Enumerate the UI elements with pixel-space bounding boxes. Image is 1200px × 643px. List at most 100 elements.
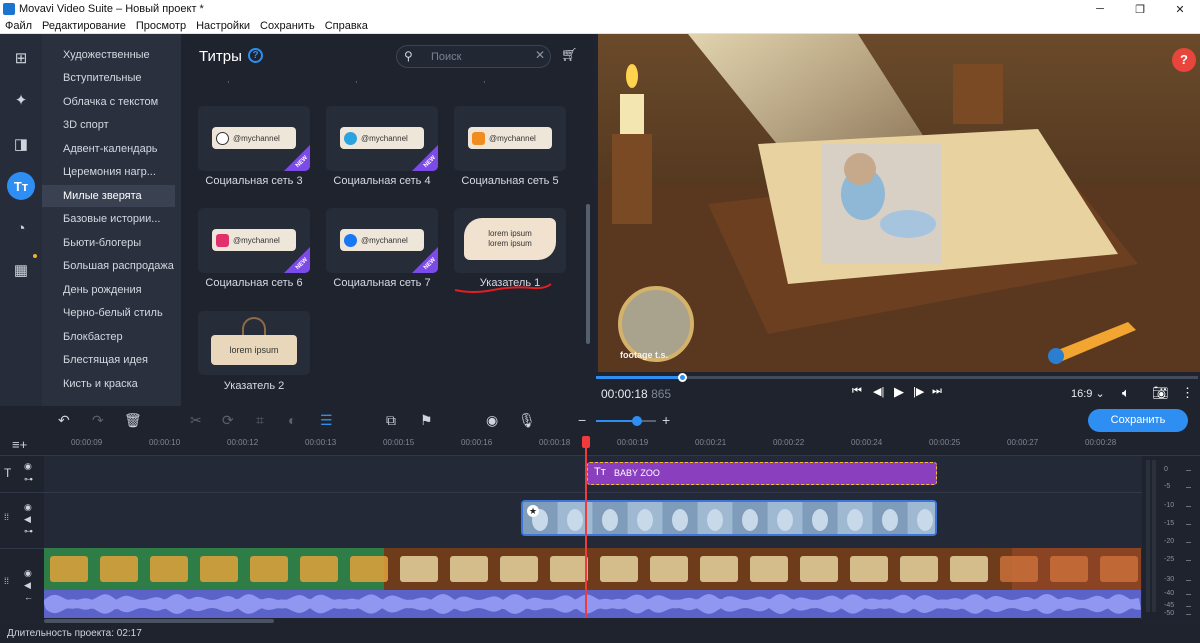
overlay-icon[interactable]: ⧉	[386, 412, 396, 429]
category-item[interactable]: Большая распродажа	[42, 255, 175, 277]
overlay-video-clip[interactable]: ★	[521, 500, 937, 536]
speaker-icon[interactable]: ◀	[24, 514, 31, 525]
main-thumbnail-frame	[100, 556, 138, 582]
video-track-icon: ⁞⁞	[4, 512, 10, 522]
help-icon[interactable]: ?	[248, 48, 263, 63]
title-tile-pointer-1[interactable]: lorem ipsum lorem ipsum	[454, 208, 566, 273]
title-tile-social-7[interactable]: @mychannel NEW	[326, 208, 438, 273]
prev-frame-icon[interactable]: ◀|	[873, 385, 884, 398]
import-icon[interactable]: ⊞	[7, 44, 35, 72]
rotate-icon[interactable]: ⟳	[222, 412, 234, 429]
skip-end-icon[interactable]: ⏭	[932, 385, 942, 398]
volume-icon[interactable]: 🔈︎	[1122, 385, 1130, 401]
clear-search-icon[interactable]: ✕	[535, 48, 545, 62]
transitions-icon[interactable]: ◨	[7, 130, 35, 158]
zoom-slider-track[interactable]	[596, 420, 656, 422]
eye-icon[interactable]: ◉	[24, 568, 32, 579]
zoom-in-icon[interactable]: +	[662, 412, 670, 428]
category-item[interactable]: Вступительные	[42, 67, 175, 89]
eye-icon[interactable]: ◉	[24, 502, 32, 513]
link-icon[interactable]: ⊶	[24, 474, 33, 485]
link-icon[interactable]: ⊶	[24, 526, 33, 537]
crop-icon[interactable]: ⌗	[256, 412, 264, 429]
video-preview[interactable]: ? footage t.s.	[598, 34, 1200, 372]
timeline-scroll-thumb[interactable]	[44, 619, 274, 623]
marker-flag-icon[interactable]: ⚑	[420, 412, 433, 429]
minimize-icon[interactable]: ─	[1080, 0, 1120, 18]
title-tile-social-5[interactable]: @mychannel	[454, 106, 566, 171]
titles-scrollbar[interactable]	[586, 204, 590, 344]
meter-label: -30	[1164, 576, 1175, 583]
more-tools-icon[interactable]: ▦	[7, 256, 35, 284]
title-tile-pointer-2[interactable]: lorem ipsum	[198, 311, 310, 375]
maximize-icon[interactable]: ❐	[1120, 0, 1160, 18]
timeline-ruler[interactable]: ≡+ 00:00:09 00:00:10 00:00:12 00:00:13 0…	[0, 434, 1200, 456]
store-cart-icon[interactable]: 🛒︎	[561, 47, 578, 63]
save-button[interactable]: Сохранить	[1088, 409, 1188, 432]
webcam-icon[interactable]: ◉	[486, 412, 498, 429]
title-tile-social-4[interactable]: @mychannel NEW	[326, 106, 438, 171]
speaker-icon[interactable]: ◀	[24, 580, 31, 591]
search-input[interactable]	[431, 49, 531, 64]
skip-start-icon[interactable]: ⏮	[852, 385, 862, 398]
microphone-icon[interactable]: 🎙︎	[518, 412, 536, 429]
stickers-icon[interactable]: ◔	[7, 214, 35, 242]
undo-icon[interactable]: ↶	[58, 412, 70, 429]
category-item[interactable]: День рождения	[42, 279, 175, 301]
meter-label: -50	[1164, 610, 1175, 617]
color-adjust-icon[interactable]: ◐	[288, 412, 296, 428]
zoom-slider-handle[interactable]	[631, 416, 642, 426]
redo-icon[interactable]: ↷	[92, 412, 104, 429]
search-icon: ⚲	[404, 49, 413, 63]
cut-icon[interactable]: ✂	[190, 412, 202, 429]
window-title: Movavi Video Suite – Новый проект *	[19, 3, 204, 15]
preview-progress-handle[interactable]	[678, 373, 688, 382]
close-icon[interactable]: ✕	[1160, 0, 1200, 18]
meter-label: -10	[1164, 502, 1175, 509]
menu-save[interactable]: Сохранить	[255, 20, 320, 32]
play-icon[interactable]: ▶	[894, 384, 904, 400]
main-thumbnail-frame	[550, 556, 588, 582]
category-item[interactable]: Кисть и краска	[42, 373, 175, 395]
zoom-out-icon[interactable]: −	[578, 412, 586, 428]
titles-icon[interactable]: Tт	[7, 172, 35, 200]
title-tile-social-6[interactable]: @mychannel NEW	[198, 208, 310, 273]
category-item[interactable]: Базовые истории...	[42, 208, 175, 230]
add-track-icon[interactable]: ≡+	[12, 437, 27, 452]
aspect-ratio-select[interactable]: 16:9 ⌄	[1071, 387, 1105, 400]
menu-help[interactable]: Справка	[320, 20, 373, 32]
delete-icon[interactable]: 🗑︎	[124, 412, 142, 429]
title-clip[interactable]: Tт BABY ZOO	[587, 462, 937, 485]
title-tile-social-3[interactable]: @mychannel NEW	[198, 106, 310, 171]
category-item[interactable]: Черно-белый стиль	[42, 302, 175, 324]
category-item[interactable]: Бьюти-блогеры	[42, 232, 175, 254]
category-item[interactable]: 3D спорт	[42, 114, 175, 136]
help-icon[interactable]: ?	[1172, 48, 1196, 72]
snapshot-icon[interactable]: 📷︎	[1152, 385, 1169, 401]
tick-label: 00:00:16	[461, 438, 493, 447]
menu-file[interactable]: Файл	[0, 20, 37, 32]
magic-wand-icon[interactable]: ✦	[7, 86, 35, 114]
red-annotation-scribble	[454, 283, 552, 293]
back-arrow-icon[interactable]: ←	[24, 592, 33, 602]
menu-settings[interactable]: Настройки	[191, 20, 255, 32]
playhead-handle[interactable]	[582, 436, 590, 448]
category-item[interactable]: Адвент-календарь	[42, 138, 175, 160]
menu-view[interactable]: Просмотр	[131, 20, 191, 32]
category-item[interactable]: Облачка с текстом	[42, 91, 175, 113]
more-options-icon[interactable]: ⋮	[1181, 385, 1194, 401]
main-thumbnail-frame	[1000, 556, 1038, 582]
category-item[interactable]: Художественные	[42, 44, 175, 66]
overlay-track-header: ⁞⁞ ◉ ◀ ⊶	[0, 492, 44, 548]
panel-title: Титры	[199, 48, 242, 65]
clip-properties-icon[interactable]: ☰	[320, 412, 333, 429]
menu-edit[interactable]: Редактирование	[37, 20, 131, 32]
category-item[interactable]: Блестящая идея	[42, 349, 175, 371]
category-item[interactable]: Церемония нагр...	[42, 161, 175, 183]
category-item[interactable]: Блокбастер	[42, 326, 175, 348]
eye-icon[interactable]: ◉	[24, 461, 32, 472]
category-item-active[interactable]: Милые зверята	[42, 185, 175, 207]
main-video-clip[interactable]	[44, 548, 1141, 590]
audio-waveform[interactable]	[44, 590, 1141, 618]
next-frame-icon[interactable]: |▶	[913, 385, 924, 398]
